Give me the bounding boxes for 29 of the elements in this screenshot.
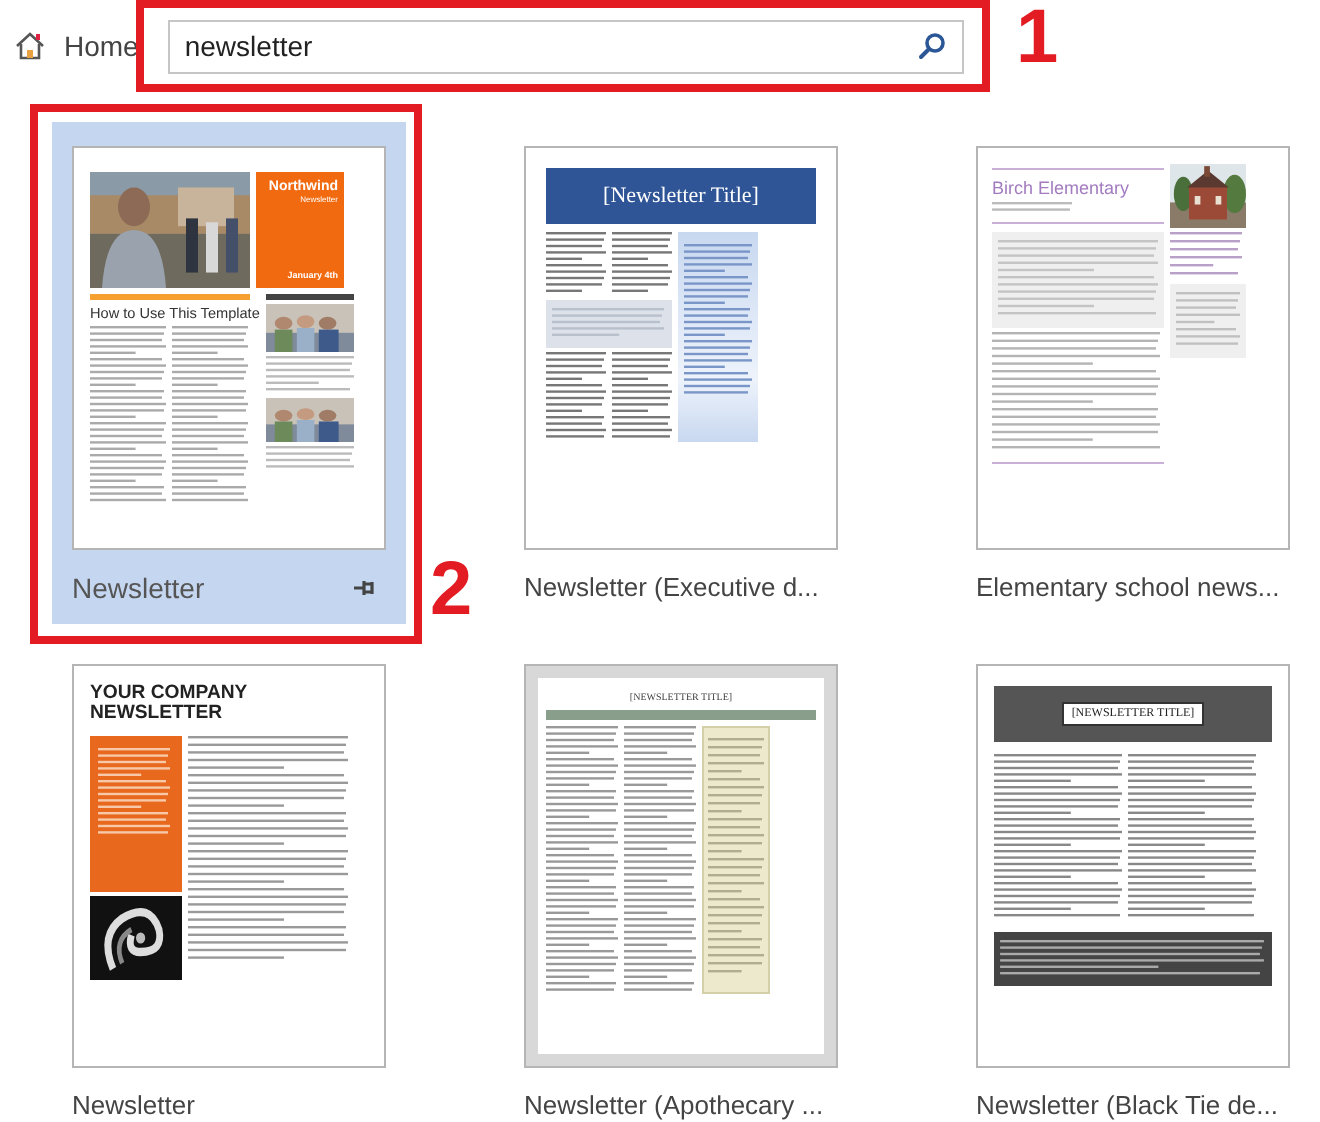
text-lines-drawing xyxy=(612,352,672,442)
callout-number: 2 xyxy=(430,552,473,628)
template-title: Newsletter (Apothecary ... xyxy=(524,1090,824,1120)
text-lines-drawing xyxy=(546,232,606,296)
text-lines-drawing xyxy=(552,308,664,340)
home-icon[interactable] xyxy=(14,30,46,62)
text-lines-drawing xyxy=(612,232,672,296)
home-link[interactable]: Home xyxy=(64,30,139,62)
callout-number: 1 xyxy=(1016,0,1059,76)
template-title: Newsletter (Executive d... xyxy=(524,572,819,602)
text-lines-drawing xyxy=(992,202,1072,215)
template-title: Elementary school news... xyxy=(976,572,1280,602)
template-tile[interactable]: Birch Elementary Elementary school news... xyxy=(956,122,1310,624)
template-tile[interactable]: [Newsletter Title] Newsletter (Executive d... xyxy=(504,122,858,624)
text-lines-drawing xyxy=(98,748,170,838)
search-icon[interactable] xyxy=(918,31,947,59)
text-lines-drawing xyxy=(1170,232,1242,280)
template-title: Newsletter xyxy=(72,1090,195,1120)
preview-title: Birch Elementary xyxy=(992,178,1132,198)
template-title: Newsletter xyxy=(72,571,205,603)
search-field[interactable]: newsletter xyxy=(168,19,965,73)
preview-title: [Newsletter Title] xyxy=(603,184,759,208)
text-lines-drawing xyxy=(546,352,606,442)
preview-title: YOUR COMPANY NEWSLETTER xyxy=(90,684,250,725)
template-title: Newsletter (Black Tie de... xyxy=(976,1090,1278,1120)
template-tile[interactable]: YOUR COMPANY NEWSLETTER Newsletter xyxy=(52,640,406,1122)
pin-icon[interactable] xyxy=(354,577,378,597)
text-lines-drawing xyxy=(265,356,354,395)
text-lines-drawing xyxy=(265,446,354,472)
